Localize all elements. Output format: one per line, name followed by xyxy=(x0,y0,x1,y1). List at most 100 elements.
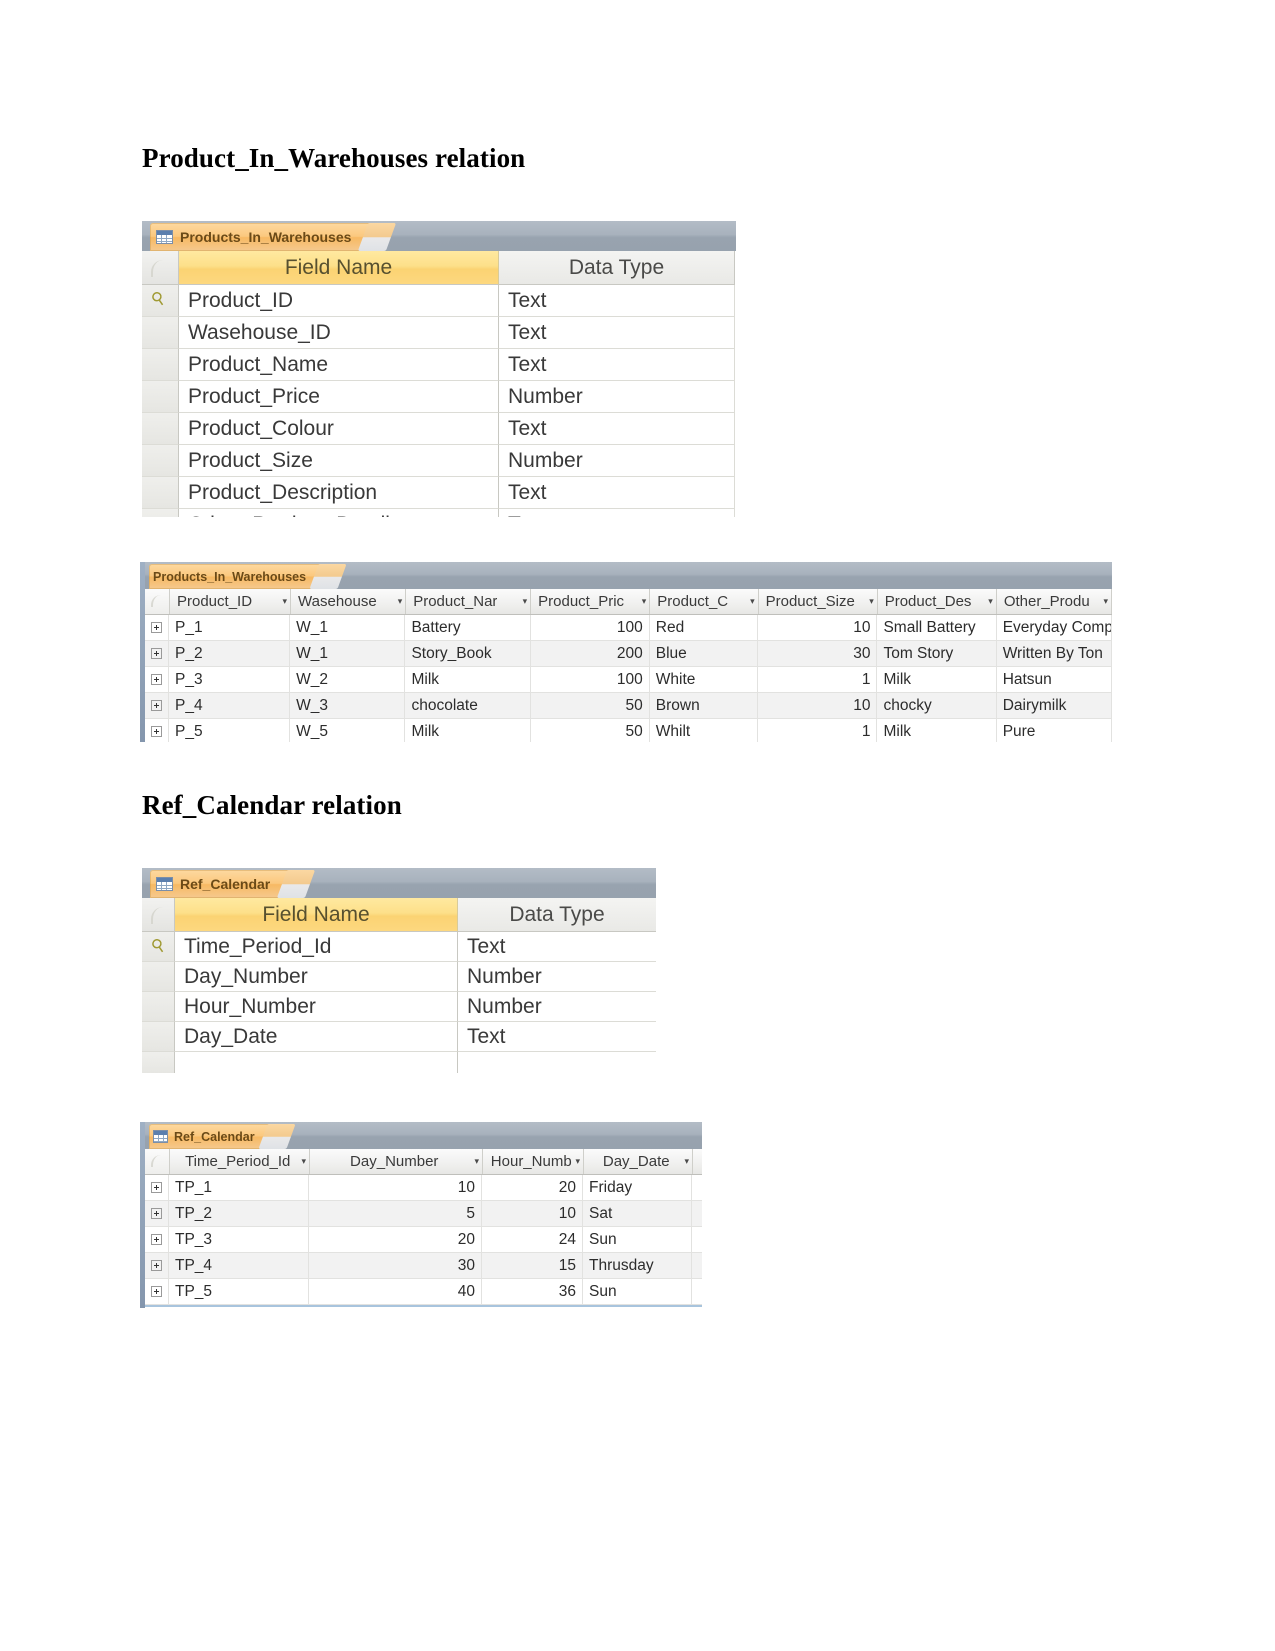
cell-product-price[interactable]: 200 xyxy=(531,641,650,666)
cell-time-period-id[interactable]: TP_2 xyxy=(169,1201,309,1226)
cell-wasehouse[interactable]: W_3 xyxy=(290,693,406,718)
cell-hour-number[interactable]: 24 xyxy=(482,1227,583,1252)
table-row[interactable]: P_2 W_1 Story_Book 200 Blue 30 Tom Story… xyxy=(145,641,1112,667)
table-row[interactable]: P_4 W_3 chocolate 50 Brown 10 chocky Dai… xyxy=(145,693,1112,719)
column-header-wasehouse[interactable]: Wasehouse ▾ xyxy=(291,589,407,614)
cell-day-number[interactable]: 40 xyxy=(309,1279,482,1304)
cell-product-colour[interactable]: Whilt xyxy=(650,719,759,742)
field-name-cell[interactable]: Other_Product_Details xyxy=(179,509,499,517)
expand-row-button[interactable] xyxy=(145,667,169,692)
row-selector[interactable] xyxy=(142,349,179,381)
chevron-down-icon[interactable]: ▾ xyxy=(474,1156,479,1167)
data-type-cell[interactable]: Text xyxy=(458,932,656,962)
row-selector[interactable] xyxy=(142,445,179,477)
chevron-down-icon[interactable]: ▾ xyxy=(523,596,528,607)
row-selector[interactable] xyxy=(142,477,179,509)
data-type-cell[interactable]: Number xyxy=(458,962,656,992)
cell-product-price[interactable]: 100 xyxy=(531,615,650,640)
cell-product-colour[interactable]: Red xyxy=(650,615,759,640)
cell-day-number[interactable]: 10 xyxy=(309,1175,482,1200)
cell-day-date[interactable]: Sun xyxy=(583,1279,692,1304)
cell-product-id[interactable]: P_4 xyxy=(169,693,291,718)
cell-product-size[interactable]: 30 xyxy=(758,641,878,666)
column-header-product-description[interactable]: Product_Des ▾ xyxy=(878,589,997,614)
cell-product-size[interactable]: 10 xyxy=(758,693,878,718)
expand-row-button[interactable] xyxy=(145,1279,169,1304)
data-type-cell[interactable]: Number xyxy=(499,381,735,413)
cell-product-description[interactable]: Small Battery xyxy=(877,615,997,640)
table-row[interactable]: TP_3 20 24 Sun xyxy=(145,1227,702,1253)
design-row[interactable]: Other_Product_Details Text xyxy=(142,509,736,517)
cell-product-description[interactable]: Milk xyxy=(877,719,997,742)
chevron-down-icon[interactable]: ▾ xyxy=(1103,596,1108,607)
expand-row-button[interactable] xyxy=(145,1175,169,1200)
row-selector[interactable] xyxy=(142,1022,175,1052)
chevron-down-icon[interactable]: ▾ xyxy=(575,1156,580,1167)
expand-row-button[interactable] xyxy=(145,641,169,666)
design-row[interactable]: Day_Number Number xyxy=(142,962,656,992)
column-header-product-name[interactable]: Product_Nar ▾ xyxy=(406,589,532,614)
table-row[interactable]: TP_5 40 36 Sun xyxy=(145,1279,702,1305)
design-row[interactable]: Product_Name Text xyxy=(142,349,736,381)
design-row[interactable]: Day_Date Text xyxy=(142,1022,656,1052)
field-name-cell[interactable]: Day_Date xyxy=(175,1022,458,1052)
cell-product-size[interactable]: 1 xyxy=(758,719,878,742)
cell-day-number[interactable]: 30 xyxy=(309,1253,482,1278)
column-header-hour-number[interactable]: Hour_Numb ▾ xyxy=(483,1149,584,1174)
row-selector[interactable] xyxy=(142,381,179,413)
column-header-product-colour[interactable]: Product_C ▾ xyxy=(650,589,759,614)
cell-product-price[interactable]: 50 xyxy=(531,719,650,742)
cell-hour-number[interactable]: 10 xyxy=(482,1201,583,1226)
cell-day-number[interactable]: 20 xyxy=(309,1227,482,1252)
design-row[interactable]: Product_Price Number xyxy=(142,381,736,413)
field-name-cell[interactable]: Wasehouse_ID xyxy=(179,317,499,349)
cell-other-product-details[interactable]: Everyday Comp xyxy=(997,615,1112,640)
field-name-cell[interactable]: Product_Price xyxy=(179,381,499,413)
cell-product-id[interactable]: P_3 xyxy=(169,667,291,692)
design-row[interactable]: Hour_Number Number xyxy=(142,992,656,1022)
cell-product-id[interactable]: P_5 xyxy=(169,719,291,742)
column-header-time-period-id[interactable]: Time_Period_Id ▾ xyxy=(170,1149,310,1174)
cell-time-period-id[interactable]: TP_3 xyxy=(169,1227,309,1252)
chevron-down-icon[interactable]: ▾ xyxy=(869,596,874,607)
expand-row-button[interactable] xyxy=(145,1201,169,1226)
data-type-cell[interactable]: Text xyxy=(499,413,735,445)
cell-day-date[interactable]: Friday xyxy=(583,1175,692,1200)
data-type-cell[interactable]: Text xyxy=(458,1022,656,1052)
cell-product-description[interactable]: Tom Story xyxy=(877,641,997,666)
cell-day-date[interactable]: Sun xyxy=(583,1227,692,1252)
cell-product-colour[interactable]: Blue xyxy=(650,641,759,666)
table-row[interactable]: TP_1 10 20 Friday xyxy=(145,1175,702,1201)
field-name-cell[interactable]: Day_Number xyxy=(175,962,458,992)
cell-product-name[interactable]: chocolate xyxy=(405,693,531,718)
cell-hour-number[interactable]: 36 xyxy=(482,1279,583,1304)
cell-product-description[interactable]: Milk xyxy=(877,667,997,692)
cell-wasehouse[interactable]: W_2 xyxy=(290,667,406,692)
row-selector[interactable] xyxy=(142,317,179,349)
data-type-cell[interactable]: Text xyxy=(499,477,735,509)
column-header-day-number[interactable]: Day_Number ▾ xyxy=(310,1149,483,1174)
cell-product-name[interactable]: Milk xyxy=(405,719,531,742)
column-header-product-size[interactable]: Product_Size ▾ xyxy=(759,589,878,614)
cell-product-description[interactable]: chocky xyxy=(877,693,997,718)
column-header-product-id[interactable]: Product_ID ▾ xyxy=(170,589,292,614)
data-type-cell[interactable]: Text xyxy=(499,317,735,349)
data-type-cell[interactable]: Number xyxy=(458,992,656,1022)
field-name-cell[interactable] xyxy=(175,1052,458,1073)
cell-day-date[interactable]: Thrusday xyxy=(583,1253,692,1278)
row-selector[interactable] xyxy=(142,509,179,517)
cell-product-colour[interactable]: White xyxy=(650,667,759,692)
table-row[interactable]: P_1 W_1 Battery 100 Red 10 Small Battery… xyxy=(145,615,1112,641)
data-type-cell[interactable]: Text xyxy=(499,509,735,517)
data-type-cell[interactable]: Text xyxy=(499,285,735,317)
column-header-product-price[interactable]: Product_Pric ▾ xyxy=(531,589,651,614)
design-row[interactable]: ⚲ Time_Period_Id Text xyxy=(142,932,656,962)
cell-day-number[interactable]: 5 xyxy=(309,1201,482,1226)
select-all-corner[interactable] xyxy=(145,1149,170,1174)
tab-products-in-warehouses-datasheet[interactable]: Products_In_Warehouses xyxy=(149,564,329,589)
select-all-corner[interactable] xyxy=(145,589,170,614)
expand-row-button[interactable] xyxy=(145,1253,169,1278)
tab-products-in-warehouses-design[interactable]: Products_In_Warehouses xyxy=(150,223,378,251)
cell-product-colour[interactable]: Brown xyxy=(650,693,759,718)
design-row[interactable]: Product_Colour Text xyxy=(142,413,736,445)
